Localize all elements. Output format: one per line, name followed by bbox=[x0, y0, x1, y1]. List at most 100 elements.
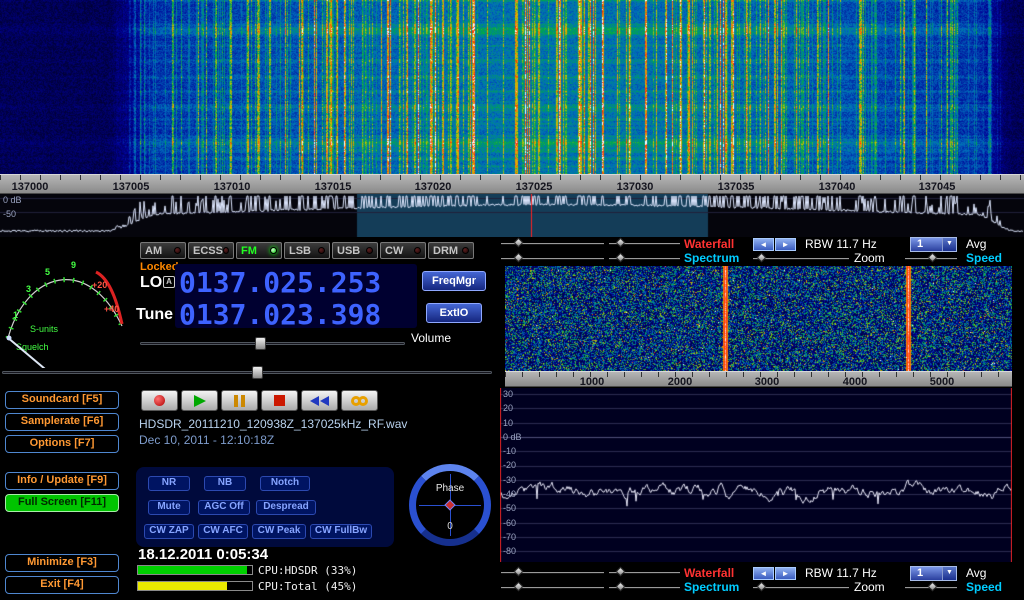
slider-thumb[interactable] bbox=[252, 366, 263, 379]
slider-thumb[interactable] bbox=[514, 567, 524, 577]
stop-button[interactable] bbox=[261, 390, 298, 411]
fullscreen-button[interactable]: Full Screen [F11] bbox=[5, 494, 119, 512]
cpu-total-text: CPU:Total (45%) bbox=[258, 580, 357, 593]
slider-thumb[interactable] bbox=[616, 253, 626, 263]
top-zoom-slider[interactable] bbox=[753, 254, 849, 263]
avg-label: Avg bbox=[966, 237, 986, 251]
record-icon bbox=[154, 395, 165, 406]
volume-slider[interactable] bbox=[140, 337, 405, 351]
top-spectrum-offset-slider[interactable] bbox=[609, 254, 680, 263]
avg-select-bottom[interactable]: 1 ▼ bbox=[910, 566, 957, 581]
slider-thumb[interactable] bbox=[616, 238, 626, 248]
soundcard-button[interactable]: Soundcard [F5] bbox=[5, 391, 119, 409]
mode-am-button[interactable]: AM bbox=[140, 242, 186, 259]
slider-thumb[interactable] bbox=[514, 238, 524, 248]
main-spectrum-display[interactable] bbox=[0, 194, 1024, 237]
agc-button[interactable]: AGC Off bbox=[198, 500, 250, 515]
spectrum-mode-label[interactable]: Spectrum bbox=[684, 580, 739, 594]
top-speed-slider[interactable] bbox=[905, 254, 957, 263]
lo-frequency-value[interactable]: 0137.025.253 bbox=[179, 266, 381, 299]
phase-indicator[interactable]: Phase 0 bbox=[409, 464, 491, 546]
tune-frequency-value[interactable]: 0137.023.398 bbox=[179, 298, 381, 331]
zoom-label: Zoom bbox=[854, 251, 885, 265]
freqmgr-button[interactable]: FreqMgr bbox=[422, 271, 486, 291]
cw-fullbw-button[interactable]: CW FullBw bbox=[310, 524, 372, 539]
db-label: 30 bbox=[503, 389, 513, 399]
slider-thumb[interactable] bbox=[616, 567, 626, 577]
nb-button[interactable]: NB bbox=[204, 476, 246, 491]
mode-cw-button[interactable]: CW bbox=[380, 242, 426, 259]
main-waterfall-display[interactable] bbox=[0, 0, 1024, 174]
rf-frequency-scale[interactable]: 1000 2000 3000 4000 5000 bbox=[505, 371, 1012, 387]
bottom-waterfall-contrast-slider[interactable] bbox=[609, 568, 680, 577]
zoom-label: Zoom bbox=[854, 580, 885, 594]
slider-thumb[interactable] bbox=[757, 253, 767, 263]
mode-lsb-button[interactable]: LSB bbox=[284, 242, 330, 259]
db-label: 0 dB bbox=[503, 432, 522, 442]
rf-display-controls-bottom: Waterfall ◄ ► RBW 11.7 Hz 1 ▼ Avg Spectr… bbox=[497, 566, 1024, 594]
waterfall-mode-label[interactable]: Waterfall bbox=[684, 237, 734, 251]
top-waterfall-contrast-slider[interactable] bbox=[609, 239, 680, 248]
loop-button[interactable] bbox=[341, 390, 378, 411]
tune-position-slider[interactable] bbox=[2, 366, 492, 380]
mode-usb-button[interactable]: USB bbox=[332, 242, 378, 259]
chevron-down-icon[interactable]: ▼ bbox=[942, 567, 956, 580]
rewind-button[interactable] bbox=[301, 390, 338, 411]
freq-scale-label: 137030 bbox=[617, 181, 654, 193]
mode-led bbox=[414, 247, 421, 254]
band-next-button[interactable]: ► bbox=[775, 567, 796, 580]
slider-thumb[interactable] bbox=[757, 582, 767, 592]
slider-thumb[interactable] bbox=[255, 337, 266, 350]
chevron-down-icon[interactable]: ▼ bbox=[942, 238, 956, 251]
bottom-spectrum-offset-slider[interactable] bbox=[609, 583, 680, 592]
spectrum-db-mid-label: -50 bbox=[3, 209, 16, 219]
bottom-speed-slider[interactable] bbox=[905, 583, 957, 592]
bottom-spectrum-range-slider[interactable] bbox=[501, 583, 604, 592]
notch-button[interactable]: Notch bbox=[260, 476, 310, 491]
avg-select[interactable]: 1 ▼ bbox=[910, 237, 957, 252]
cw-zap-button[interactable]: CW ZAP bbox=[144, 524, 194, 539]
top-waterfall-brightness-slider[interactable] bbox=[501, 239, 604, 248]
mode-fm-button[interactable]: FM bbox=[236, 242, 282, 259]
exit-button[interactable]: Exit [F4] bbox=[5, 576, 119, 594]
bottom-zoom-slider[interactable] bbox=[753, 583, 849, 592]
rf-waterfall-display[interactable] bbox=[505, 266, 1012, 371]
rf-spectrum-area[interactable]: 30 20 10 0 dB -10 -20 -30 -40 -50 -60 -7… bbox=[500, 388, 1012, 562]
slider-thumb[interactable] bbox=[514, 253, 524, 263]
record-button[interactable] bbox=[141, 390, 178, 411]
band-prev-button[interactable]: ◄ bbox=[753, 238, 774, 251]
bottom-waterfall-brightness-slider[interactable] bbox=[501, 568, 604, 577]
cw-afc-button[interactable]: CW AFC bbox=[198, 524, 248, 539]
mode-ecss-button[interactable]: ECSS bbox=[188, 242, 234, 259]
mute-button[interactable]: Mute bbox=[148, 500, 190, 515]
slider-thumb[interactable] bbox=[514, 582, 524, 592]
info-update-button[interactable]: Info / Update [F9] bbox=[5, 472, 119, 490]
main-frequency-scale[interactable]: 137000 137005 137010 137015 137020 13702… bbox=[0, 174, 1024, 194]
band-next-button[interactable]: ► bbox=[775, 238, 796, 251]
slider-thumb[interactable] bbox=[928, 253, 938, 263]
slider-thumb[interactable] bbox=[928, 582, 938, 592]
top-spectrum-range-slider[interactable] bbox=[501, 254, 604, 263]
waterfall-mode-label[interactable]: Waterfall bbox=[684, 566, 734, 580]
cw-peak-button[interactable]: CW Peak bbox=[252, 524, 306, 539]
options-button[interactable]: Options [F7] bbox=[5, 435, 119, 453]
scale-tick-marks bbox=[0, 175, 1024, 180]
mode-label: USB bbox=[337, 245, 360, 257]
extio-button[interactable]: ExtIO bbox=[426, 303, 482, 323]
spectrum-mode-label[interactable]: Spectrum bbox=[684, 251, 739, 265]
play-button[interactable] bbox=[181, 390, 218, 411]
nr-button[interactable]: NR bbox=[148, 476, 190, 491]
band-prev-button[interactable]: ◄ bbox=[753, 567, 774, 580]
mode-drm-button[interactable]: DRM bbox=[428, 242, 474, 259]
despread-button[interactable]: Despread bbox=[256, 500, 316, 515]
avg-value: 1 bbox=[911, 567, 942, 580]
samplerate-button[interactable]: Samplerate [F6] bbox=[5, 413, 119, 431]
minimize-button[interactable]: Minimize [F3] bbox=[5, 554, 119, 572]
rf-spectrum-display[interactable] bbox=[500, 388, 1012, 562]
lo-auto-badge[interactable]: A bbox=[163, 276, 175, 288]
pause-button[interactable] bbox=[221, 390, 258, 411]
smeter-label-5: 5 bbox=[45, 267, 50, 277]
phase-value: 0 bbox=[416, 521, 484, 532]
main-spectrum-area[interactable]: 0 dB -50 bbox=[0, 194, 1024, 237]
slider-thumb[interactable] bbox=[616, 582, 626, 592]
